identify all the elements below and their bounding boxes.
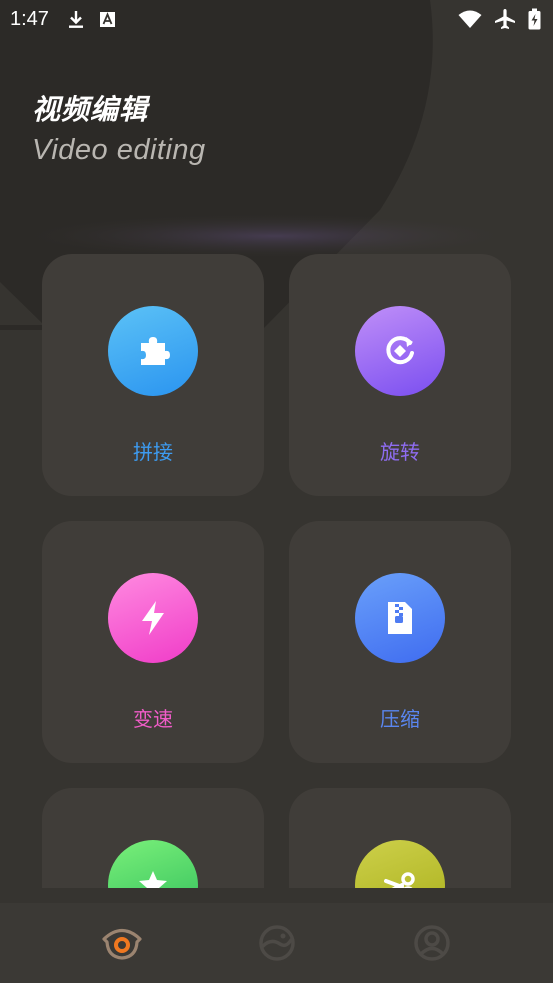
tool-card-circle [108,840,198,888]
star-icon [139,871,167,888]
airplane-icon [495,9,515,29]
status-bar: 1:47 [0,0,553,38]
zip-file-icon [388,602,412,634]
tool-card-label: 变速 [133,707,173,731]
tool-card-5[interactable] [42,788,264,888]
tool-card-circle [108,306,198,396]
status-time: 1:47 [10,7,49,30]
app-notification-icon [99,11,115,27]
tool-card-compress[interactable]: 压缩 [289,521,511,763]
download-icon [68,11,83,28]
page-subtitle: Video editing [32,134,206,166]
tool-card-rotate[interactable]: 旋转 [289,254,511,496]
wifi-icon [458,10,482,28]
puzzle-icon [141,337,170,365]
tool-card-circle [108,573,198,663]
tool-card-label: 压缩 [380,707,420,731]
lightning-icon [142,601,164,635]
tool-card-label: 旋转 [380,440,420,464]
profile-icon [413,925,450,961]
tool-card-speed[interactable]: 变速 [42,521,264,763]
tool-card-circle [355,840,445,888]
tool-grid: 拼接 旋转 变速 压缩 [0,254,553,888]
tool-card-circle [355,573,445,663]
page-header: 视频编辑 Video editing [32,88,206,167]
scissors-icon [384,872,415,888]
rotate-icon [386,336,414,365]
tool-card-splice[interactable]: 拼接 [42,254,264,496]
nav-item-profile[interactable] [410,921,454,965]
tool-card-label: 拼接 [133,440,173,464]
battery-icon [528,8,541,30]
home-eye-icon [101,928,142,960]
nav-item-home[interactable] [100,921,144,965]
tool-card-circle [355,306,445,396]
bottom-nav [0,903,553,983]
page-title: 视频编辑 [32,93,149,126]
nav-item-discover[interactable] [255,921,299,965]
tool-card-6[interactable] [289,788,511,888]
discover-icon [258,925,295,961]
